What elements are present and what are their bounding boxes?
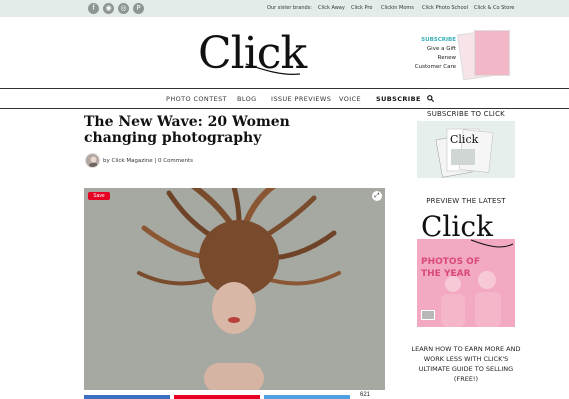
svg-text:Click: Click	[450, 133, 479, 146]
logo-swash	[245, 63, 301, 75]
facebook-icon[interactable]: f	[88, 3, 99, 14]
pinterest-icon[interactable]: P	[133, 3, 144, 14]
header-subscribe-promo[interactable]: SUBSCRIBE Give a Gift Renew Customer Car…	[412, 36, 456, 72]
sister-brand-link[interactable]: Click Photo School	[422, 5, 468, 11]
nav-subscribe[interactable]: SUBSCRIBE	[376, 95, 421, 103]
magazine-cover-thumb	[474, 30, 510, 76]
svg-text:THE YEAR: THE YEAR	[421, 269, 471, 279]
sister-brand-link[interactable]: Click Away	[318, 5, 345, 11]
nav-blog[interactable]: BLOG	[237, 95, 257, 103]
expand-icon[interactable]: ⤢	[372, 191, 382, 201]
pinterest-save-button[interactable]: Save	[88, 192, 110, 200]
svg-text:PHOTOS OF: PHOTOS OF	[421, 257, 480, 267]
instagram-icon[interactable]: ◎	[118, 3, 129, 14]
nav-issue-previews[interactable]: ISSUE PREVIEWS	[271, 95, 331, 103]
svg-text:Click: Click	[421, 210, 494, 243]
promo-care-link[interactable]: Customer Care	[412, 63, 456, 72]
article-hero-image	[84, 188, 385, 390]
share-count: 621	[360, 392, 371, 398]
rss-icon[interactable]: ◉	[103, 3, 114, 14]
selling-guide-promo[interactable]: LEARN HOW TO EARN MORE AND WORK LESS WIT…	[411, 344, 521, 384]
nav-photo-contest[interactable]: PHOTO CONTEST	[166, 95, 227, 103]
promo-renew-link[interactable]: Renew	[412, 54, 456, 63]
pinterest-share-button[interactable]	[174, 395, 260, 399]
search-icon[interactable]	[427, 95, 434, 102]
facebook-share-button[interactable]	[84, 395, 170, 399]
author-avatar	[85, 153, 100, 168]
sister-brand-link[interactable]: Click Pro	[351, 5, 372, 11]
sister-brands-label: Our sister brands:	[267, 5, 312, 11]
article-byline: by Click Magazine | 0 Comments	[103, 158, 194, 164]
article-title: The New Wave: 20 Women changing photogra…	[84, 114, 290, 146]
sidebar-subscribe-heading: SUBSCRIBE TO CLICK	[427, 110, 505, 118]
latest-issue-cover[interactable]: Click PHOTOS OF THE YEAR	[417, 206, 515, 327]
sister-brand-link[interactable]: Clickin Moms	[381, 5, 414, 11]
nav-voice[interactable]: VOICE	[339, 95, 361, 103]
subscribe-image[interactable]: Click	[417, 121, 515, 178]
sister-brand-link[interactable]: Click & Co Store	[474, 5, 514, 11]
promo-subscribe-link[interactable]: SUBSCRIBE	[412, 36, 456, 45]
promo-gift-link[interactable]: Give a Gift	[412, 45, 456, 54]
twitter-share-button[interactable]	[264, 395, 350, 399]
